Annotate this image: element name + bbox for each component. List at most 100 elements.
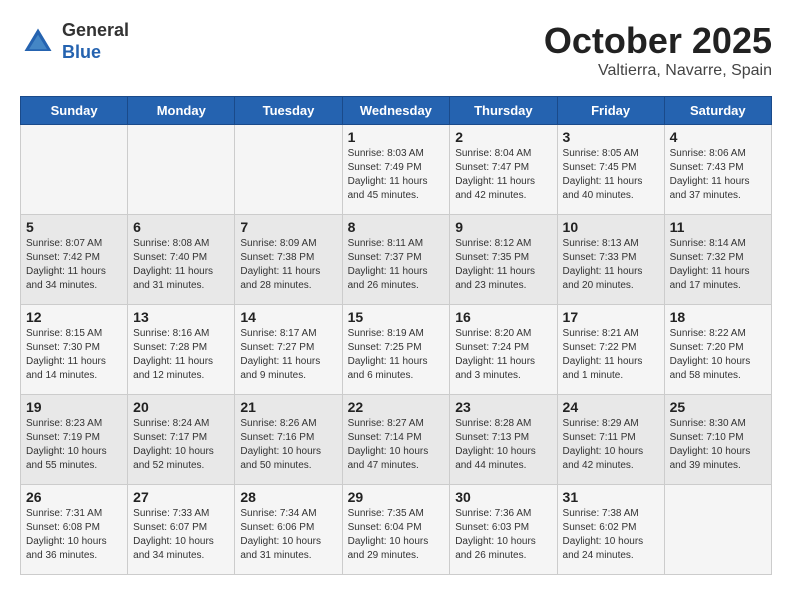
day-info: Sunrise: 8:16 AMSunset: 7:28 PMDaylight:…	[133, 327, 229, 383]
day-number: 25	[670, 399, 766, 415]
logo-text: General Blue	[62, 20, 129, 63]
weekday-monday: Monday	[128, 97, 235, 125]
day-info: Sunrise: 8:23 AMSunset: 7:19 PMDaylight:…	[26, 417, 122, 473]
day-info: Sunrise: 8:14 AMSunset: 7:32 PMDaylight:…	[670, 237, 766, 293]
calendar-day-13: 13Sunrise: 8:16 AMSunset: 7:28 PMDayligh…	[128, 305, 235, 395]
day-number: 27	[133, 489, 229, 505]
day-info: Sunrise: 8:06 AMSunset: 7:43 PMDaylight:…	[670, 147, 766, 203]
calendar-week-2: 5 Sunrise: 8:07 AMSunset: 7:42 PMDaylight…	[21, 215, 772, 305]
calendar-header: SundayMondayTuesdayWednesdayThursdayFrid…	[21, 97, 772, 125]
day-number: 7	[240, 219, 336, 235]
day-info: Sunrise: 8:21 AMSunset: 7:22 PMDaylight:…	[563, 327, 659, 383]
day-number: 30	[455, 489, 551, 505]
day-info: Sunrise: 8:11 AMSunset: 7:37 PMDaylight:…	[348, 237, 445, 293]
day-info: Sunrise: 8:13 AMSunset: 7:33 PMDaylight:…	[563, 237, 659, 293]
day-number: 5	[26, 219, 122, 235]
logo: General Blue	[20, 20, 129, 63]
day-info: Sunrise: 7:31 AMSunset: 6:08 PMDaylight:…	[26, 507, 122, 563]
empty-cell	[21, 125, 128, 215]
day-info: Sunrise: 8:26 AMSunset: 7:16 PMDaylight:…	[240, 417, 336, 473]
day-info: Sunrise: 8:22 AMSunset: 7:20 PMDaylight:…	[670, 327, 766, 383]
day-number: 23	[455, 399, 551, 415]
day-info: Sunrise: 7:34 AMSunset: 6:06 PMDaylight:…	[240, 507, 336, 563]
page-header: General Blue October 2025 Valtierra, Nav…	[20, 20, 772, 80]
calendar-day-24: 24 Sunrise: 8:29 AMSunset: 7:11 PMDayligh…	[557, 395, 664, 485]
day-info: Sunrise: 8:17 AMSunset: 7:27 PMDaylight:…	[240, 327, 336, 383]
calendar-day-7: 7 Sunrise: 8:09 AMSunset: 7:38 PMDaylight…	[235, 215, 342, 305]
day-number: 17	[563, 309, 659, 325]
day-info: Sunrise: 8:04 AMSunset: 7:47 PMDaylight:…	[455, 147, 551, 203]
day-number: 28	[240, 489, 336, 505]
calendar-day-27: 27Sunrise: 7:33 AMSunset: 6:07 PMDayligh…	[128, 485, 235, 575]
day-number: 11	[670, 219, 766, 235]
calendar-day-22: 22Sunrise: 8:27 AMSunset: 7:14 PMDayligh…	[342, 395, 450, 485]
day-number: 10	[563, 219, 659, 235]
calendar-day-21: 21 Sunrise: 8:26 AMSunset: 7:16 PMDayligh…	[235, 395, 342, 485]
month-title: October 2025	[544, 20, 772, 62]
calendar-day-14: 14Sunrise: 8:17 AMSunset: 7:27 PMDayligh…	[235, 305, 342, 395]
calendar-week-1: 1 Sunrise: 8:03 AMSunset: 7:49 PMDaylight…	[21, 125, 772, 215]
day-number: 29	[348, 489, 445, 505]
day-number: 24	[563, 399, 659, 415]
calendar-table: SundayMondayTuesdayWednesdayThursdayFrid…	[20, 96, 772, 575]
day-number: 15	[348, 309, 445, 325]
calendar-day-3: 3Sunrise: 8:05 AMSunset: 7:45 PMDaylight…	[557, 125, 664, 215]
day-number: 4	[670, 129, 766, 145]
weekday-sunday: Sunday	[21, 97, 128, 125]
day-number: 18	[670, 309, 766, 325]
day-info: Sunrise: 8:09 AMSunset: 7:38 PMDaylight:…	[240, 237, 336, 293]
day-info: Sunrise: 8:08 AMSunset: 7:40 PMDaylight:…	[133, 237, 229, 293]
calendar-day-31: 31Sunrise: 7:38 AMSunset: 6:02 PMDayligh…	[557, 485, 664, 575]
calendar-day-5: 5 Sunrise: 8:07 AMSunset: 7:42 PMDaylight…	[21, 215, 128, 305]
day-info: Sunrise: 8:03 AMSunset: 7:49 PMDaylight:…	[348, 147, 445, 203]
location: Valtierra, Navarre, Spain	[544, 62, 772, 80]
day-info: Sunrise: 8:12 AMSunset: 7:35 PMDaylight:…	[455, 237, 551, 293]
calendar-day-26: 26Sunrise: 7:31 AMSunset: 6:08 PMDayligh…	[21, 485, 128, 575]
title-block: October 2025 Valtierra, Navarre, Spain	[544, 20, 772, 80]
day-info: Sunrise: 8:28 AMSunset: 7:13 PMDaylight:…	[455, 417, 551, 473]
day-number: 1	[348, 129, 445, 145]
day-info: Sunrise: 8:15 AMSunset: 7:30 PMDaylight:…	[26, 327, 122, 383]
day-info: Sunrise: 8:07 AMSunset: 7:42 PMDaylight:…	[26, 237, 122, 293]
calendar-day-8: 8Sunrise: 8:11 AMSunset: 7:37 PMDaylight…	[342, 215, 450, 305]
day-number: 2	[455, 129, 551, 145]
logo-blue: Blue	[62, 42, 129, 64]
calendar-day-19: 19Sunrise: 8:23 AMSunset: 7:19 PMDayligh…	[21, 395, 128, 485]
calendar-day-18: 18 Sunrise: 8:22 AMSunset: 7:20 PMDayligh…	[664, 305, 771, 395]
day-info: Sunrise: 8:19 AMSunset: 7:25 PMDaylight:…	[348, 327, 445, 383]
calendar-day-20: 20 Sunrise: 8:24 AMSunset: 7:17 PMDayligh…	[128, 395, 235, 485]
day-number: 6	[133, 219, 229, 235]
day-number: 20	[133, 399, 229, 415]
calendar-day-15: 15 Sunrise: 8:19 AMSunset: 7:25 PMDayligh…	[342, 305, 450, 395]
day-number: 9	[455, 219, 551, 235]
weekday-tuesday: Tuesday	[235, 97, 342, 125]
weekday-header-row: SundayMondayTuesdayWednesdayThursdayFrid…	[21, 97, 772, 125]
calendar-week-3: 12 Sunrise: 8:15 AMSunset: 7:30 PMDayligh…	[21, 305, 772, 395]
calendar-day-2: 2 Sunrise: 8:04 AMSunset: 7:47 PMDaylight…	[450, 125, 557, 215]
calendar-day-10: 10 Sunrise: 8:13 AMSunset: 7:33 PMDayligh…	[557, 215, 664, 305]
day-info: Sunrise: 7:36 AMSunset: 6:03 PMDaylight:…	[455, 507, 551, 563]
calendar-day-9: 9 Sunrise: 8:12 AMSunset: 7:35 PMDaylight…	[450, 215, 557, 305]
calendar-day-17: 17 Sunrise: 8:21 AMSunset: 7:22 PMDayligh…	[557, 305, 664, 395]
calendar-day-6: 6 Sunrise: 8:08 AMSunset: 7:40 PMDaylight…	[128, 215, 235, 305]
day-number: 31	[563, 489, 659, 505]
calendar-day-29: 29Sunrise: 7:35 AMSunset: 6:04 PMDayligh…	[342, 485, 450, 575]
calendar-day-11: 11 Sunrise: 8:14 AMSunset: 7:32 PMDayligh…	[664, 215, 771, 305]
empty-cell	[664, 485, 771, 575]
day-info: Sunrise: 8:29 AMSunset: 7:11 PMDaylight:…	[563, 417, 659, 473]
day-number: 12	[26, 309, 122, 325]
calendar-day-30: 30 Sunrise: 7:36 AMSunset: 6:03 PMDayligh…	[450, 485, 557, 575]
logo-icon	[20, 24, 56, 60]
weekday-wednesday: Wednesday	[342, 97, 450, 125]
weekday-friday: Friday	[557, 97, 664, 125]
day-info: Sunrise: 8:30 AMSunset: 7:10 PMDaylight:…	[670, 417, 766, 473]
weekday-thursday: Thursday	[450, 97, 557, 125]
calendar-week-5: 26Sunrise: 7:31 AMSunset: 6:08 PMDayligh…	[21, 485, 772, 575]
logo-general: General	[62, 20, 129, 42]
day-number: 21	[240, 399, 336, 415]
calendar-day-4: 4 Sunrise: 8:06 AMSunset: 7:43 PMDaylight…	[664, 125, 771, 215]
day-info: Sunrise: 8:24 AMSunset: 7:17 PMDaylight:…	[133, 417, 229, 473]
day-info: Sunrise: 8:05 AMSunset: 7:45 PMDaylight:…	[563, 147, 659, 203]
day-info: Sunrise: 8:27 AMSunset: 7:14 PMDaylight:…	[348, 417, 445, 473]
calendar-day-1: 1 Sunrise: 8:03 AMSunset: 7:49 PMDaylight…	[342, 125, 450, 215]
